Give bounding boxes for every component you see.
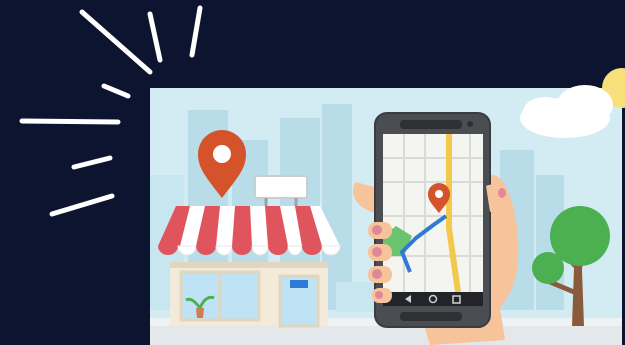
map-screen: [383, 134, 483, 293]
illustration-stage: [0, 0, 625, 345]
smartphone-icon: [374, 112, 491, 328]
awning: [158, 206, 341, 256]
speaker-grill-top: [400, 120, 462, 129]
illustration-panel: [150, 68, 625, 345]
local-seo-illustration: [19, 5, 625, 345]
speaker-grill-bottom: [400, 312, 462, 321]
nav-bar: [383, 292, 483, 306]
